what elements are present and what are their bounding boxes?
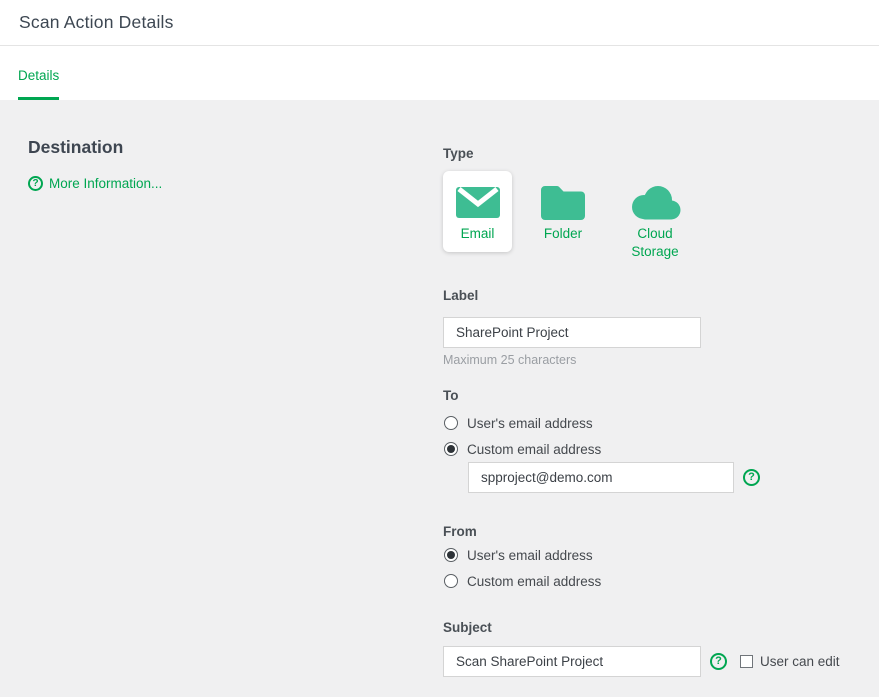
to-custom-email-row: ? — [468, 462, 760, 493]
from-option-users-email[interactable]: User's email address — [443, 545, 601, 565]
from-option-custom-email[interactable]: Custom email address — [443, 571, 601, 591]
more-information-label: More Information... — [49, 176, 162, 191]
tab-details-label: Details — [18, 68, 59, 83]
label-field-label: Label — [443, 286, 701, 306]
to-option-users-email[interactable]: User's email address — [443, 413, 760, 433]
type-option-folder[interactable]: Folder — [528, 171, 598, 243]
tab-details[interactable]: Details — [18, 46, 59, 100]
type-option-cloud-storage[interactable]: Cloud Storage — [614, 171, 696, 261]
user-can-edit-label: User can edit — [760, 654, 840, 669]
to-option-custom-email[interactable]: Custom email address — [443, 439, 760, 459]
tab-bar: Details — [0, 46, 879, 100]
user-can-edit-checkbox[interactable] — [740, 655, 753, 668]
from-custom-email-radio[interactable] — [444, 574, 458, 588]
folder-icon — [541, 184, 585, 220]
type-option-folder-label: Folder — [544, 225, 582, 243]
destination-heading: Destination — [28, 137, 123, 158]
to-label: To — [443, 386, 760, 406]
type-section: Type Email Folder — [443, 144, 696, 261]
to-custom-email-label: Custom email address — [467, 442, 601, 457]
from-users-email-label: User's email address — [467, 548, 593, 563]
to-custom-email-input[interactable] — [468, 462, 734, 493]
from-section: From User's email address Custom email a… — [443, 522, 601, 591]
from-label: From — [443, 522, 601, 542]
subject-section: Subject ? User can edit — [443, 618, 840, 677]
label-section: Label Maximum 25 characters — [443, 286, 701, 367]
page-header: Scan Action Details — [0, 0, 879, 46]
subject-label: Subject — [443, 618, 840, 638]
envelope-icon — [456, 184, 500, 220]
from-users-email-radio[interactable] — [444, 548, 458, 562]
type-option-cloud-storage-label: Cloud Storage — [614, 225, 696, 261]
help-icon: ? — [28, 176, 43, 191]
user-can-edit-option[interactable]: User can edit — [740, 654, 840, 669]
to-users-email-radio[interactable] — [444, 416, 458, 430]
subject-help-icon[interactable]: ? — [710, 653, 727, 670]
type-option-email[interactable]: Email — [443, 171, 512, 252]
cloud-icon — [627, 184, 683, 220]
page-title: Scan Action Details — [19, 12, 174, 33]
to-custom-email-radio[interactable] — [444, 442, 458, 456]
label-input[interactable] — [443, 317, 701, 348]
more-information-link[interactable]: ? More Information... — [28, 176, 162, 191]
to-users-email-label: User's email address — [467, 416, 593, 431]
type-label: Type — [443, 144, 696, 164]
from-custom-email-label: Custom email address — [467, 574, 601, 589]
to-section: To User's email address Custom email add… — [443, 386, 760, 493]
label-hint: Maximum 25 characters — [443, 353, 701, 367]
to-help-icon[interactable]: ? — [743, 469, 760, 486]
subject-row: ? User can edit — [443, 646, 840, 677]
scan-action-form: Destination ? More Information... Type E… — [0, 100, 879, 697]
subject-input[interactable] — [443, 646, 701, 677]
type-option-email-label: Email — [461, 225, 495, 243]
type-options: Email Folder — [443, 171, 696, 261]
